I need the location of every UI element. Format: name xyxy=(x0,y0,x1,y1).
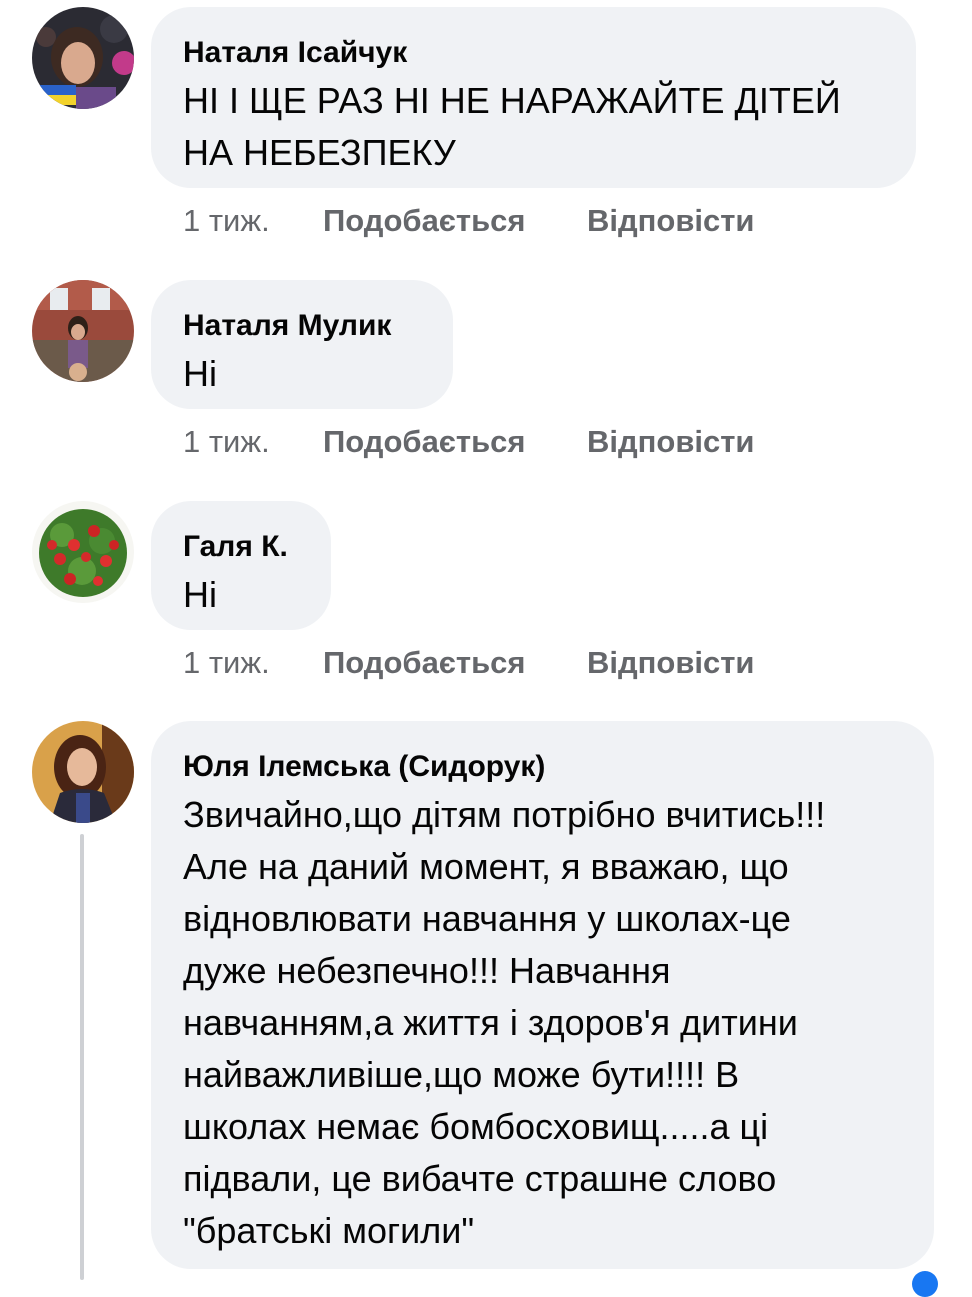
comment-text: Ні xyxy=(183,348,421,400)
comment-author[interactable]: Юля Ілемська (Сидорук) xyxy=(183,749,902,785)
comment-text: НІ І ЩЕ РАЗ НІ НЕ НАРАЖАЙТЕ ДІТЕЙ НА НЕБ… xyxy=(183,75,884,179)
comment-text-line: НІ І ЩЕ РАЗ НІ НЕ НАРАЖАЙТЕ ДІТЕЙ xyxy=(183,80,841,121)
comment-text-line: "братські могили" xyxy=(183,1210,475,1251)
comment-author[interactable]: Наталя Ісайчук xyxy=(183,35,884,71)
comment-author[interactable]: Галя К. xyxy=(183,529,299,565)
comment-bubble: Галя К. Ні xyxy=(151,501,331,630)
comment-text-line: дуже небезпечно!!! Навчання xyxy=(183,950,671,991)
like-button[interactable]: Подобається xyxy=(323,645,526,681)
like-button[interactable]: Подобається xyxy=(323,203,526,239)
comment-text-line: найважливіше,що може бути!!!! В xyxy=(183,1054,740,1095)
profile-photo-strawberries xyxy=(32,501,134,603)
avatar[interactable] xyxy=(32,7,134,109)
comment-bubble: Юля Ілемська (Сидорук) Звичайно,що дітям… xyxy=(151,721,934,1269)
profile-photo-woman-flag xyxy=(32,7,134,109)
comment-timestamp[interactable]: 1 тиж. xyxy=(183,424,270,460)
profile-photo-child-brick-building xyxy=(32,280,134,382)
comment-text-line: НА НЕБЕЗПЕКУ xyxy=(183,132,456,173)
comment-timestamp[interactable]: 1 тиж. xyxy=(183,645,270,681)
comment-text-line: Звичайно,що дітям потрібно вчитись!!! xyxy=(183,794,826,835)
comment-text-line: відновлювати навчання у школах-це xyxy=(183,898,791,939)
comment-text-line: Але на даний момент, я вважаю, що xyxy=(183,846,789,887)
comment-bubble: Наталя Мулик Ні xyxy=(151,280,453,409)
avatar[interactable] xyxy=(32,721,134,823)
comment-text-line: Ні xyxy=(183,574,217,615)
like-button[interactable]: Подобається xyxy=(323,424,526,460)
profile-photo-woman-graduate xyxy=(32,721,134,823)
comment-bubble: Наталя Ісайчук НІ І ЩЕ РАЗ НІ НЕ НАРАЖАЙ… xyxy=(151,7,916,188)
comment-text-line: Ні xyxy=(183,353,217,394)
avatar[interactable] xyxy=(32,280,134,382)
comment-text-line: підвали, це вибачте страшне слово xyxy=(183,1158,777,1199)
comment-text: Звичайно,що дітям потрібно вчитись!!! Ал… xyxy=(183,789,902,1257)
reply-button[interactable]: Відповісти xyxy=(587,645,755,681)
comment-text-line: навчанням,а життя і здоров'я дитини xyxy=(183,1002,798,1043)
reply-button[interactable]: Відповісти xyxy=(587,203,755,239)
comment-author[interactable]: Наталя Мулик xyxy=(183,308,421,344)
avatar[interactable] xyxy=(32,501,134,603)
comment-text-line: школах немає бомбосховищ.....а ці xyxy=(183,1106,769,1147)
comment-text: Ні xyxy=(183,569,299,621)
reply-thread-line xyxy=(80,834,84,1280)
comment-timestamp[interactable]: 1 тиж. xyxy=(183,203,270,239)
reply-button[interactable]: Відповісти xyxy=(587,424,755,460)
reaction-icon xyxy=(912,1271,938,1297)
